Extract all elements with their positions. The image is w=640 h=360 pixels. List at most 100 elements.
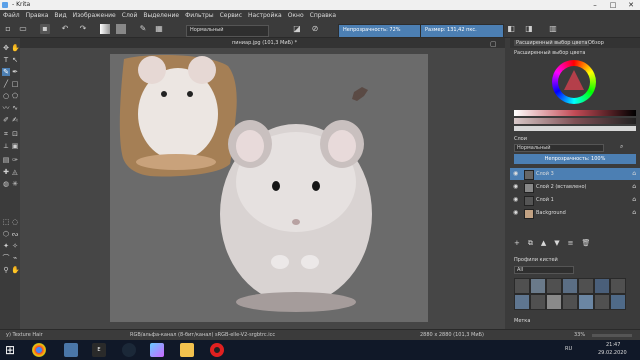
lock-icon[interactable]: ⌂ — [632, 207, 636, 219]
pan-tool-icon[interactable]: ✋ — [11, 266, 20, 274]
brush-preset[interactable] — [562, 278, 578, 294]
zoom-tool-icon[interactable]: ⚲ — [2, 266, 10, 274]
eye-icon[interactable]: ◉ — [513, 168, 518, 180]
steam-icon[interactable] — [122, 343, 136, 357]
layer-blend-select[interactable]: Нормальный — [514, 144, 604, 152]
layer-properties-icon[interactable]: ≡ — [568, 239, 574, 247]
menu-view[interactable]: Вид — [54, 12, 66, 19]
brush-preset[interactable] — [530, 278, 546, 294]
color-shade-bar-1[interactable] — [514, 110, 636, 116]
eye-icon[interactable]: ◉ — [513, 194, 518, 206]
menu-edit[interactable]: Правка — [26, 12, 49, 19]
mirror-horizontal-icon[interactable]: ◧ — [506, 24, 516, 34]
epic-games-icon[interactable]: E — [92, 343, 106, 357]
reference-tool-icon[interactable]: ▣ — [11, 142, 19, 150]
language-indicator[interactable]: RU — [565, 346, 572, 352]
gradient-tool-icon[interactable]: ▤ — [2, 156, 10, 164]
polygon-select-tool-icon[interactable]: ⬡ — [2, 230, 10, 238]
krita-taskbar-icon[interactable] — [150, 343, 164, 357]
crop-tool-icon[interactable]: ⌗ — [2, 130, 10, 138]
color-picker-tool-icon[interactable]: ✑ — [11, 156, 19, 164]
menu-window[interactable]: Окно — [288, 12, 304, 19]
preserve-alpha-icon[interactable]: ⊘ — [310, 24, 320, 34]
contiguous-select-tool-icon[interactable]: ✦ — [2, 242, 10, 250]
color-shade-bar-2[interactable] — [514, 118, 636, 124]
close-tab-icon[interactable]: ▢ — [490, 40, 498, 48]
magnetic-select-tool-icon[interactable]: ⌁ — [11, 254, 19, 262]
move-layer-down-icon[interactable]: ▼ — [554, 239, 559, 247]
brush-preset[interactable] — [530, 294, 546, 310]
pattern-swatch[interactable] — [116, 24, 126, 34]
minimize-button[interactable]: – — [586, 0, 604, 10]
assistant-tool-icon[interactable]: ⊡ — [11, 130, 19, 138]
delete-layer-icon[interactable]: 🗑 — [582, 239, 591, 247]
brush-preset[interactable] — [578, 294, 594, 310]
zoom-slider[interactable] — [592, 334, 632, 337]
menu-settings[interactable]: Настройка — [248, 12, 282, 19]
polyline-tool-icon[interactable]: 〰 — [2, 104, 10, 112]
freehand-brush-tool-icon[interactable]: ✎ — [2, 68, 10, 76]
brush-preset[interactable] — [562, 294, 578, 310]
menu-filters[interactable]: Фильтры — [185, 12, 213, 19]
gradient-swatch[interactable] — [100, 24, 110, 34]
menu-help[interactable]: Справка — [310, 12, 336, 19]
redo-icon[interactable]: ↷ — [78, 24, 88, 34]
brush-preset[interactable] — [594, 294, 610, 310]
eraser-mode-icon[interactable]: ◪ — [292, 24, 302, 34]
brush-tag-filter[interactable]: All — [514, 266, 574, 274]
start-icon[interactable]: ⊞ — [3, 343, 17, 357]
move-layer-up-icon[interactable]: ▲ — [541, 239, 546, 247]
text-tool-icon[interactable]: T — [2, 56, 10, 64]
lock-icon[interactable]: ⌂ — [632, 194, 636, 206]
new-document-icon[interactable]: ▫ — [3, 24, 13, 34]
vk-icon[interactable] — [64, 343, 78, 357]
smart-patch-tool-icon[interactable]: ✚ — [2, 168, 10, 176]
workspace-icon[interactable]: ▥ — [548, 24, 558, 34]
menu-file[interactable]: Файл — [3, 12, 20, 19]
layer-row[interactable]: ◉ Слой 3 ⌂ — [510, 168, 640, 180]
brush-preset[interactable] — [610, 294, 626, 310]
menu-image[interactable]: Изображение — [73, 12, 116, 19]
lock-icon[interactable]: ⌂ — [632, 168, 636, 180]
line-tool-icon[interactable]: ╱ — [2, 80, 10, 88]
brush-preset[interactable] — [546, 294, 562, 310]
fill-tool-icon[interactable]: ◬ — [11, 168, 19, 176]
open-folder-icon[interactable]: ▭ — [18, 24, 28, 34]
move-tool-icon[interactable]: ✋ — [11, 44, 20, 52]
similar-select-tool-icon[interactable]: ✧ — [11, 242, 19, 250]
transform-tool-icon[interactable]: ✥ — [2, 44, 10, 52]
undo-icon[interactable]: ↶ — [60, 24, 70, 34]
layer-opacity-slider[interactable]: Непрозрачность: 100% — [514, 154, 636, 164]
menu-select[interactable]: Выделение — [143, 12, 179, 19]
eye-icon[interactable]: ◉ — [513, 207, 518, 219]
layer-row[interactable]: ◉ Слой 1 ⌂ — [510, 194, 640, 206]
brush-preset[interactable] — [514, 294, 530, 310]
duplicate-layer-icon[interactable]: ⧉ — [528, 239, 533, 248]
measure-tool-icon[interactable]: ⟂ — [2, 142, 10, 150]
tab-advanced-color-selector[interactable]: Расширенный выбор цвета — [514, 40, 590, 46]
multibrush-tool-icon[interactable]: ✳ — [11, 180, 19, 188]
tab-overview[interactable]: Обзор — [588, 40, 604, 46]
close-button[interactable]: ✕ — [622, 0, 640, 10]
bezier-tool-icon[interactable]: ∿ — [11, 104, 19, 112]
brush-preset[interactable] — [546, 278, 562, 294]
chrome-icon[interactable] — [32, 343, 46, 357]
add-layer-icon[interactable]: + — [514, 239, 520, 247]
color-wheel[interactable] — [552, 60, 596, 104]
menu-tools[interactable]: Сервис — [220, 12, 242, 19]
brush-preset[interactable] — [610, 278, 626, 294]
freehand-path-tool-icon[interactable]: ✐ — [2, 116, 10, 124]
filter-icon[interactable]: ⌕ — [620, 144, 626, 150]
bezier-select-tool-icon[interactable]: ⌒ — [2, 254, 10, 262]
file-explorer-icon[interactable] — [180, 343, 194, 357]
calligraphy-tool-icon[interactable]: ✒ — [11, 68, 19, 76]
color-history[interactable] — [514, 126, 636, 131]
document-tab[interactable]: пиниар.jpg (101,3 МиБ) * — [228, 38, 301, 48]
menu-layer[interactable]: Слой — [122, 12, 138, 19]
ellipse-tool-icon[interactable]: ○ — [2, 92, 10, 100]
layer-row[interactable]: ◉ Слой 2 (вставлено) ⌂ — [510, 181, 640, 193]
rectangle-tool-icon[interactable]: □ — [11, 80, 19, 88]
freehand-select-tool-icon[interactable]: ᔓ — [11, 230, 19, 238]
save-icon[interactable]: ▪ — [40, 24, 50, 34]
mirror-vertical-icon[interactable]: ◨ — [524, 24, 534, 34]
